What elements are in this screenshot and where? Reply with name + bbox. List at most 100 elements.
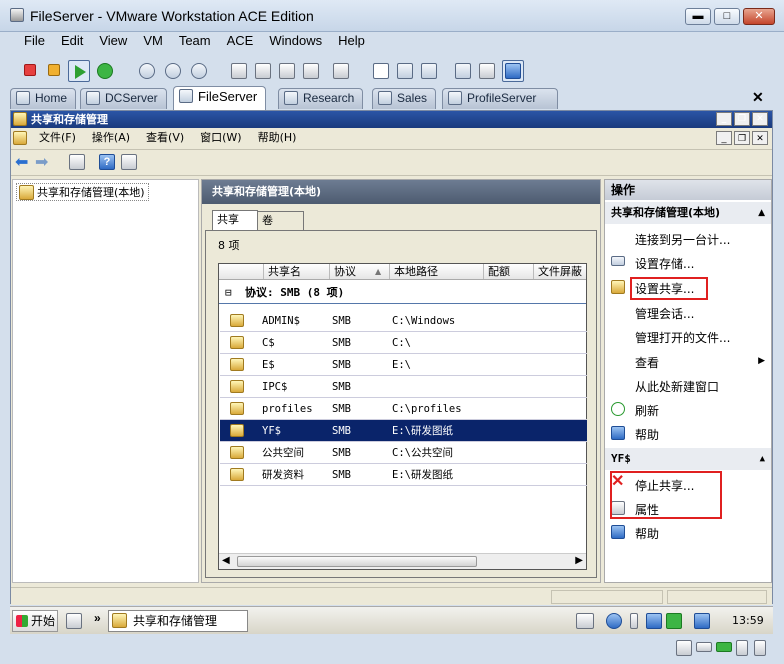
message-log-icon[interactable] [754,640,766,656]
network-adapter-icon[interactable] [716,642,732,652]
collapse-up-icon[interactable]: ▲ [758,202,765,224]
tab-profileserver[interactable]: ProfileServer [442,88,558,109]
tree-item-root[interactable]: 共享和存储管理(本地) [16,183,149,201]
reset-button[interactable] [94,60,116,82]
show-console-button[interactable] [452,60,474,82]
actions-section-local[interactable]: 共享和存储管理(本地) ▲ [605,202,771,224]
quick-switch-button[interactable] [418,60,440,82]
column-file-screen[interactable]: 文件屏蔽 [533,264,582,279]
help-icon[interactable]: ? [99,154,115,170]
help-icon[interactable] [606,613,622,629]
column-quota[interactable]: 配额 [483,264,510,279]
maximize-button[interactable]: □ [714,8,740,25]
mmc-close-button[interactable]: ✕ [752,112,768,126]
snapshot-button[interactable] [136,60,158,82]
horizontal-scrollbar[interactable]: ◀ ▶ [219,553,586,569]
table-row[interactable]: 公共空间 SMB C:\公共空间 [220,442,587,464]
power-off-button[interactable] [20,60,42,82]
keyboard-icon[interactable] [576,613,594,629]
security-alert-icon[interactable] [694,613,710,629]
doc-close-button[interactable]: ✕ [752,131,768,145]
menu-file[interactable]: File [16,30,53,52]
snapshot-manager-button[interactable] [188,60,210,82]
console-button[interactable] [330,60,352,82]
scroll-right-arrow-icon[interactable]: ▶ [575,555,583,566]
table-row[interactable]: IPC$ SMB [220,376,587,398]
menu-help[interactable]: Help [330,30,373,52]
tray-icon[interactable] [666,613,682,629]
close-button[interactable]: ✕ [743,8,775,25]
appliance-view-button[interactable] [502,60,524,82]
vm-console[interactable]: 共享和存储管理 _ ❐ ✕ 文件(F) 操作(A) 查看(V) 窗口(W) 帮助(H) … [10,110,773,605]
summary-button[interactable] [476,60,498,82]
team-button-3[interactable] [276,60,298,82]
power-on-button[interactable] [68,60,90,82]
menu-edit[interactable]: Edit [53,30,91,52]
back-arrow-icon[interactable]: ⬅ [15,155,28,171]
revert-snapshot-button[interactable] [162,60,184,82]
collapse-up-icon[interactable]: ▲ [760,448,765,470]
quicklaunch-chevron-icon[interactable]: » [94,611,101,625]
table-row[interactable]: ADMIN$ SMB C:\Windows [220,310,587,332]
tab-dcserver[interactable]: DCServer [80,88,167,109]
scroll-thumb[interactable] [237,556,477,567]
actions-section-selected[interactable]: YF$ ▲ [605,448,771,470]
team-button-1[interactable] [228,60,250,82]
usb-icon[interactable] [736,640,748,656]
column-local-path[interactable]: 本地路径 [389,264,438,279]
action-provision-storage[interactable]: 设置存储... [635,255,694,272]
table-row[interactable]: E$ SMB E:\ [220,354,587,376]
menu-windows[interactable]: Windows [261,30,330,52]
doc-restore-button[interactable]: ❐ [734,131,750,145]
show-hide-tree-icon[interactable] [69,154,85,170]
column-protocol[interactable]: 协议 [329,264,391,279]
subtab-shares[interactable]: 共享 [212,210,258,230]
mmc-minimize-button[interactable]: _ [716,112,732,126]
doc-minimize-button[interactable]: _ [716,131,732,145]
users-icon[interactable] [676,640,692,656]
minimize-button[interactable]: ▬ [685,8,711,25]
network-icon[interactable] [646,613,662,629]
tab-research[interactable]: Research [278,88,364,109]
action-help[interactable]: 帮助 [635,426,659,443]
table-row[interactable]: profiles SMB C:\profiles [220,398,587,420]
mmc-restore-button[interactable]: ❐ [734,112,750,126]
mmc-menu-help[interactable]: 帮助(H) [250,128,305,148]
collapse-group-icon[interactable]: ⊟ [225,282,232,304]
action-connect[interactable]: 连接到另一台计... [635,231,730,248]
scroll-left-arrow-icon[interactable]: ◀ [222,555,230,566]
column-share-name[interactable]: 共享名 [263,264,301,279]
menu-view[interactable]: View [91,30,135,52]
tab-sales[interactable]: Sales [372,88,437,109]
mmc-menu-file[interactable]: 文件(F) [31,128,84,148]
subtab-volumes[interactable]: 卷 [258,211,304,230]
menu-ace[interactable]: ACE [219,30,262,52]
menu-vm[interactable]: VM [135,30,171,52]
team-button-2[interactable] [252,60,274,82]
show-action-pane-icon[interactable] [121,154,137,170]
start-button[interactable]: 开始 [12,610,58,632]
action-new-window[interactable]: 从此处新建窗口 [635,378,719,395]
table-row[interactable]: 研发资料 SMB E:\研发图纸 [220,464,587,486]
tab-fileserver[interactable]: FileServer [173,86,267,110]
mmc-menu-action[interactable]: 操作(A) [84,128,138,148]
sidebar-toggle-button[interactable] [370,60,392,82]
close-tab-icon[interactable]: ✕ [752,89,764,106]
action-help-share[interactable]: 帮助 [635,525,659,542]
mmc-menu-window[interactable]: 窗口(W) [192,128,249,148]
table-row[interactable]: YF$ SMB E:\研发图纸 [220,420,587,442]
volume-icon[interactable] [630,613,638,629]
fullscreen-button[interactable] [394,60,416,82]
mmc-menu-view[interactable]: 查看(V) [138,128,192,148]
menu-team[interactable]: Team [171,30,219,52]
table-row[interactable]: C$ SMB C:\ [220,332,587,354]
team-button-4[interactable] [300,60,322,82]
group-header[interactable]: ⊟ 协议: SMB (8 项) [219,282,586,304]
action-manage-open-files[interactable]: 管理打开的文件... [635,329,730,346]
suspend-button[interactable] [44,60,66,82]
action-refresh[interactable]: 刷新 [635,402,659,419]
tab-home[interactable]: Home [10,88,77,109]
action-view[interactable]: 查看 [635,354,659,371]
server-manager-icon[interactable] [66,613,82,629]
forward-arrow-icon[interactable]: ➡ [35,155,48,171]
